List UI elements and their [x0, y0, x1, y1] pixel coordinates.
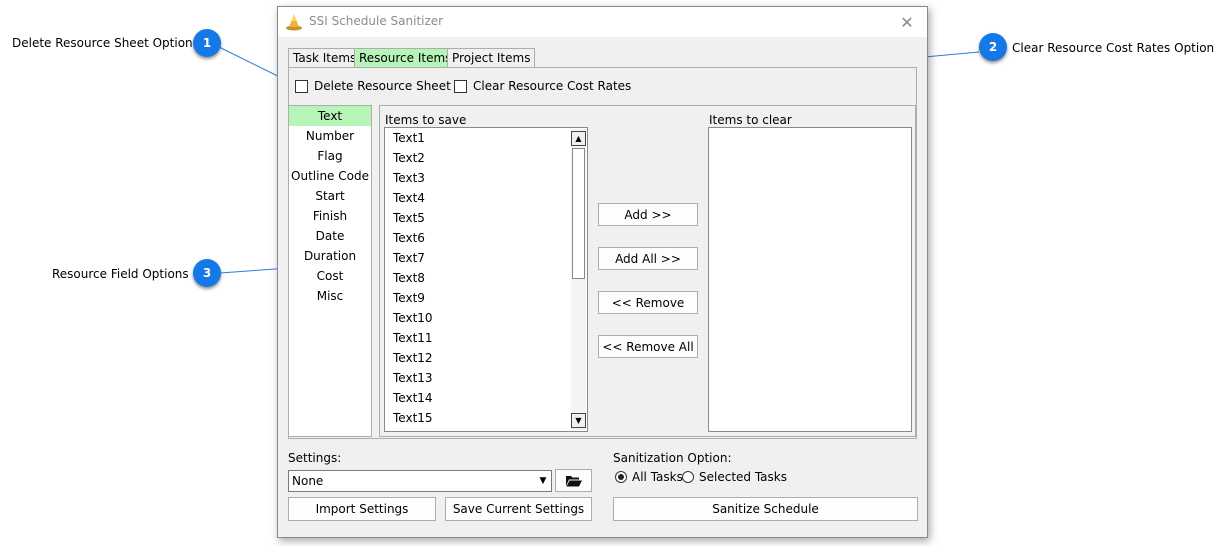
callout-2-badge: 2 — [979, 33, 1007, 61]
tab-project-items[interactable]: Project Items — [447, 48, 536, 68]
folder-open-icon — [565, 475, 582, 486]
app-cone-icon — [286, 14, 302, 31]
items-to-save-label: Items to save — [385, 113, 467, 127]
list-item[interactable]: Text1 — [385, 128, 587, 148]
tab-task-items[interactable]: Task Items — [288, 48, 362, 68]
list-item[interactable]: Text11 — [385, 328, 587, 348]
callout-3-label: Resource Field Options — [52, 267, 189, 281]
selected-tasks-radio[interactable] — [682, 471, 694, 483]
scroll-up-icon[interactable]: ▲ — [571, 131, 586, 146]
list-item[interactable]: Text7 — [385, 248, 587, 268]
selected-tasks-option[interactable]: Selected Tasks — [682, 470, 787, 484]
callout-2-label: Clear Resource Cost Rates Option — [1012, 41, 1215, 55]
save-current-settings-button[interactable]: Save Current Settings — [445, 497, 592, 521]
items-to-clear-list[interactable] — [708, 127, 912, 432]
app-window: SSI Schedule Sanitizer ✕ Task Items Reso… — [277, 6, 928, 538]
remove-all-button[interactable]: << Remove All — [598, 335, 698, 358]
clear-cost-rates-label: Clear Resource Cost Rates — [473, 79, 632, 93]
list-item[interactable]: Text14 — [385, 388, 587, 408]
list-item[interactable]: Text2 — [385, 148, 587, 168]
close-button[interactable]: ✕ — [887, 7, 927, 37]
title-bar: SSI Schedule Sanitizer ✕ — [278, 7, 927, 37]
open-folder-button[interactable] — [555, 469, 592, 492]
tab-resource-items[interactable]: Resource Items — [354, 48, 457, 68]
resource-field-list[interactable]: Text Number Flag Outline Code Start Fini… — [288, 105, 372, 437]
settings-label: Settings: — [288, 451, 342, 465]
list-item[interactable]: Text8 — [385, 268, 587, 288]
list-item[interactable]: Text9 — [385, 288, 587, 308]
settings-select[interactable]: None ▼ — [288, 470, 552, 492]
items-transfer-panel: Items to save Text1 Text2 Text3 Text4 Te… — [379, 105, 916, 437]
selected-tasks-label: Selected Tasks — [699, 470, 787, 484]
list-item[interactable]: Text4 — [385, 188, 587, 208]
list-item[interactable]: Text3 — [385, 168, 587, 188]
add-button[interactable]: Add >> — [598, 203, 698, 226]
delete-resource-sheet-checkbox[interactable] — [295, 79, 308, 93]
scroll-down-icon[interactable]: ▼ — [571, 413, 586, 428]
list-item[interactable]: Text6 — [385, 228, 587, 248]
callout-1-label: Delete Resource Sheet Option — [12, 36, 193, 50]
items-to-clear-label: Items to clear — [709, 113, 792, 127]
window-title: SSI Schedule Sanitizer — [309, 14, 444, 28]
list-item[interactable]: Text13 — [385, 368, 587, 388]
clear-cost-rates-option[interactable]: Clear Resource Cost Rates — [454, 79, 631, 93]
field-type-item[interactable]: Flag — [289, 146, 371, 166]
list-item[interactable]: Text10 — [385, 308, 587, 328]
all-tasks-label: All Tasks — [632, 470, 683, 484]
items-to-save-list[interactable]: Text1 Text2 Text3 Text4 Text5 Text6 Text… — [384, 127, 588, 432]
field-type-item[interactable]: Duration — [289, 246, 371, 266]
sanitize-schedule-button[interactable]: Sanitize Schedule — [613, 497, 918, 521]
field-type-item[interactable]: Misc — [289, 286, 371, 306]
close-icon: ✕ — [900, 12, 914, 32]
remove-button[interactable]: << Remove — [598, 291, 698, 314]
callout-1-badge: 1 — [193, 29, 221, 57]
delete-resource-sheet-label: Delete Resource Sheet — [314, 79, 451, 93]
all-tasks-radio[interactable] — [615, 471, 627, 483]
sanitization-option-label: Sanitization Option: — [613, 451, 732, 465]
items-to-save-scrollbar[interactable]: ▲ ▼ — [571, 129, 586, 430]
add-all-button[interactable]: Add All >> — [598, 247, 698, 270]
import-settings-button[interactable]: Import Settings — [288, 497, 436, 521]
all-tasks-option[interactable]: All Tasks — [615, 470, 683, 484]
delete-resource-sheet-option[interactable]: Delete Resource Sheet — [295, 79, 451, 93]
field-type-item[interactable]: Finish — [289, 206, 371, 226]
list-item[interactable]: Text5 — [385, 208, 587, 228]
field-type-item[interactable]: Start — [289, 186, 371, 206]
clear-cost-rates-checkbox[interactable] — [454, 79, 467, 93]
field-type-item[interactable]: Outline Code — [289, 166, 371, 186]
scroll-thumb[interactable] — [572, 148, 585, 279]
list-item[interactable]: Text15 — [385, 408, 587, 428]
field-type-item[interactable]: Date — [289, 226, 371, 246]
chevron-down-icon: ▼ — [539, 476, 547, 486]
list-item[interactable]: Text12 — [385, 348, 587, 368]
field-type-item[interactable]: Number — [289, 126, 371, 146]
field-type-item[interactable]: Text — [289, 106, 371, 126]
callout-3-badge: 3 — [193, 259, 221, 287]
field-type-item[interactable]: Cost — [289, 266, 371, 286]
settings-selected-value: None — [292, 474, 324, 488]
